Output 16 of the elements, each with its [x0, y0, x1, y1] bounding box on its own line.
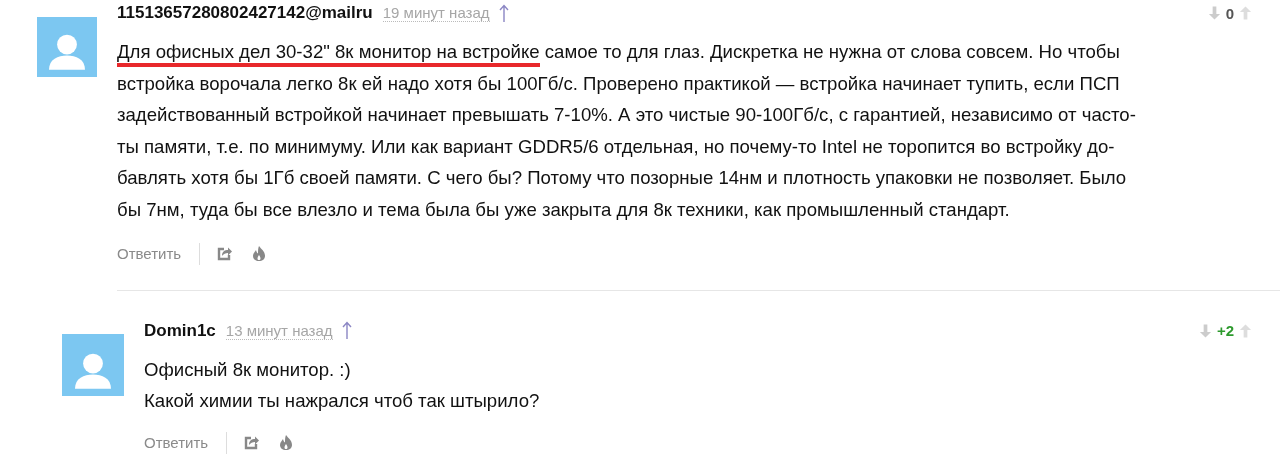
author-name[interactable]: Domin1c [144, 320, 216, 341]
timestamp-link[interactable]: 19 минут назад [382, 4, 490, 22]
reply-link[interactable]: Ответить [117, 245, 182, 263]
timestamp-link[interactable]: 13 минут назад [225, 321, 333, 340]
vote-score: 0 [1225, 4, 1234, 22]
arrow-up-icon[interactable] [340, 321, 353, 341]
reply-link[interactable]: Ответить [144, 434, 209, 452]
flame-icon[interactable] [251, 246, 268, 262]
author-name[interactable]: 11513657280802427142@mailru [117, 3, 373, 23]
arrow-up-icon[interactable] [497, 3, 510, 23]
share-icon[interactable] [243, 435, 260, 451]
flame-icon[interactable] [278, 435, 295, 451]
comment-text: Офисный 8к монитор. :) Какой химии ты нажрался чтоб так штырило? [144, 357, 541, 414]
share-icon[interactable] [216, 246, 233, 262]
vote-score: +2 [1216, 322, 1234, 340]
comment-text: Для офисных дел 30-32" 8к монитор на встройке самое то для глаз. Дискретка не нужна от слова совсем. Но чтобы встройка ворочала легко 8к ей надо хотя бы 100Гб/с. Проверено практикой — встройка начинает тупить, если ПСП задействованный встройкой начинает превышать 7-10%. А это чистые 90-100Гб/с, с гарантией, независимо от часто- ты памяти, т.е. по минимуму. Или как вариант GDDR5/6 отдельная, но почему-то Intel не торопится во встройку до- бавлять хотя бы 1Гб своей памяти. С чего бы? Потому что позорные 14нм и плотность упаковки не позволяет. Было бы 7нм, туда бы все влезло и тема была бы уже закрыта для 8к техники, как промышленный стандарт. [117, 40, 1137, 222]
